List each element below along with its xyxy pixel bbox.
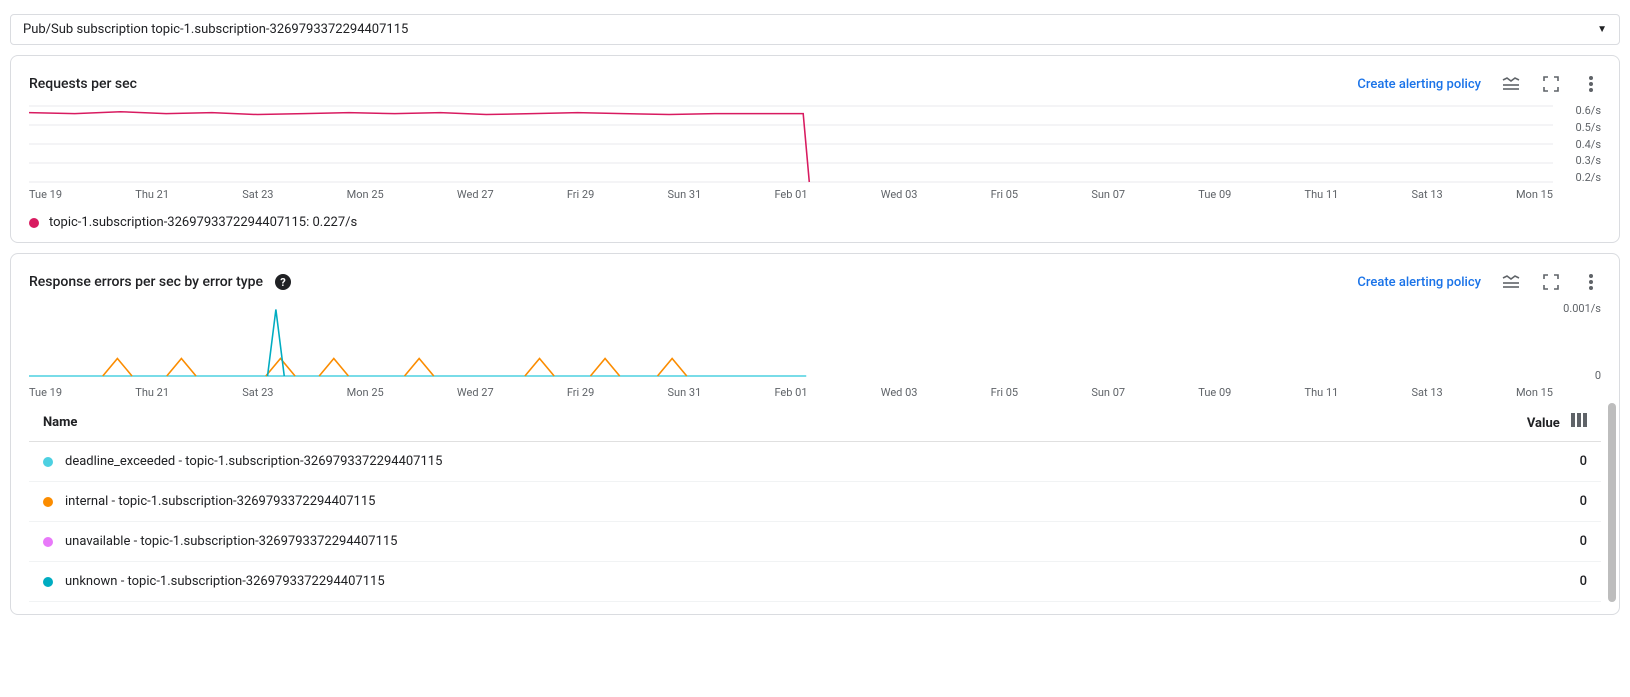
series-dot <box>43 497 53 507</box>
series-dot <box>43 577 53 587</box>
x-tick: Wed 03 <box>881 386 918 399</box>
x-tick: Sat 23 <box>242 188 273 201</box>
legend-text: topic-1.subscription-3269793372294407115… <box>49 215 357 230</box>
x-tick: Thu 21 <box>135 188 169 201</box>
chart-title: Response errors per sec by error type <box>29 274 263 290</box>
create-alerting-policy-link[interactable]: Create alerting policy <box>1357 275 1481 290</box>
series-value: 0 <box>1332 482 1601 522</box>
x-tick: Sun 07 <box>1091 386 1125 399</box>
table-row[interactable]: unknown - topic-1.subscription-326979337… <box>29 562 1601 602</box>
series-dot <box>43 537 53 547</box>
card-header: Response errors per sec by error type ? … <box>29 272 1601 292</box>
x-tick: Feb 01 <box>774 386 807 399</box>
scrollbar-thumb[interactable] <box>1608 403 1616 602</box>
x-tick: Sun 07 <box>1091 188 1125 201</box>
x-tick: Mon 25 <box>347 188 384 201</box>
card-header: Requests per sec Create alerting policy <box>29 74 1601 94</box>
resource-selector[interactable]: Pub/Sub subscription topic-1.subscriptio… <box>10 14 1620 45</box>
help-icon[interactable]: ? <box>275 274 291 290</box>
x-tick: Feb 01 <box>774 188 807 201</box>
x-tick: Sat 13 <box>1412 386 1443 399</box>
card-actions: Create alerting policy <box>1357 74 1601 94</box>
legend-toggle-icon[interactable] <box>1501 74 1521 94</box>
chart-plot-area: Tue 19 Thu 21 Sat 23 Mon 25 Wed 27 Fri 29 Sun … <box>29 302 1601 399</box>
series-name: deadline_exceeded - topic-1.subscription… <box>65 454 442 469</box>
x-axis: Tue 19 Thu 21 Sat 23 Mon 25 Wed 27 Fri 29 Sun … <box>29 184 1553 201</box>
x-tick: Sun 31 <box>667 386 701 399</box>
y-axis: 0.6/s0.5/s0.4/s0.3/s0.2/s <box>1553 104 1601 184</box>
table-row[interactable]: deadline_exceeded - topic-1.subscription… <box>29 442 1601 482</box>
x-tick: Tue 19 <box>29 188 62 201</box>
x-tick: Mon 25 <box>347 386 384 399</box>
legend-table: Name Value deadline_exceeded - topic-1.s… <box>29 403 1601 602</box>
chart-title: Requests per sec <box>29 76 137 92</box>
series-value: 0 <box>1332 442 1601 482</box>
legend-dot <box>29 218 39 228</box>
chart-card-errors: Response errors per sec by error type ? … <box>10 253 1620 615</box>
x-tick: Thu 11 <box>1305 386 1339 399</box>
table-row[interactable]: internal - topic-1.subscription-32697933… <box>29 482 1601 522</box>
series-name: unavailable - topic-1.subscription-32697… <box>65 534 398 549</box>
x-tick: Wed 27 <box>457 386 494 399</box>
table-header-name[interactable]: Name <box>29 403 1332 442</box>
more-vert-icon[interactable] <box>1581 74 1601 94</box>
x-tick: Sat 13 <box>1412 188 1443 201</box>
x-tick: Sun 31 <box>667 188 701 201</box>
table-header-value[interactable]: Value <box>1332 403 1601 442</box>
chevron-down-icon: ▼ <box>1597 24 1607 35</box>
y-axis: 0.001/s0 <box>1553 302 1601 382</box>
x-tick: Mon 15 <box>1516 386 1553 399</box>
series-name: unknown - topic-1.subscription-326979337… <box>65 574 385 589</box>
x-tick: Wed 03 <box>881 188 918 201</box>
x-tick: Tue 19 <box>29 386 62 399</box>
series-value: 0 <box>1332 562 1601 602</box>
chart1-svg <box>29 104 1553 184</box>
x-axis: Tue 19 Thu 21 Sat 23 Mon 25 Wed 27 Fri 29 Sun … <box>29 382 1553 399</box>
x-tick: Tue 09 <box>1198 386 1231 399</box>
x-tick: Wed 27 <box>457 188 494 201</box>
create-alerting-policy-link[interactable]: Create alerting policy <box>1357 77 1481 92</box>
fullscreen-icon[interactable] <box>1541 272 1561 292</box>
chart-card-requests: Requests per sec Create alerting policy … <box>10 55 1620 243</box>
chart-plot-area: Tue 19 Thu 21 Sat 23 Mon 25 Wed 27 Fri 29 Sun … <box>29 104 1601 201</box>
legend-toggle-icon[interactable] <box>1501 272 1521 292</box>
columns-icon[interactable] <box>1571 413 1587 427</box>
x-tick: Thu 21 <box>135 386 169 399</box>
chart1-legend: topic-1.subscription-3269793372294407115… <box>29 215 1601 230</box>
legend-table-wrap: Name Value deadline_exceeded - topic-1.s… <box>29 403 1601 602</box>
table-row[interactable]: unavailable - topic-1.subscription-32697… <box>29 522 1601 562</box>
chart2-svg <box>29 302 1553 382</box>
card-actions: Create alerting policy <box>1357 272 1601 292</box>
x-tick: Fri 05 <box>991 188 1018 201</box>
more-vert-icon[interactable] <box>1581 272 1601 292</box>
series-name: internal - topic-1.subscription-32697933… <box>65 494 375 509</box>
x-tick: Mon 15 <box>1516 188 1553 201</box>
x-tick: Thu 11 <box>1305 188 1339 201</box>
x-tick: Tue 09 <box>1198 188 1231 201</box>
series-value: 0 <box>1332 522 1601 562</box>
series-dot <box>43 457 53 467</box>
fullscreen-icon[interactable] <box>1541 74 1561 94</box>
resource-selector-label: Pub/Sub subscription topic-1.subscriptio… <box>23 22 408 37</box>
x-tick: Fri 29 <box>567 386 594 399</box>
x-tick: Fri 29 <box>567 188 594 201</box>
x-tick: Fri 05 <box>991 386 1018 399</box>
x-tick: Sat 23 <box>242 386 273 399</box>
